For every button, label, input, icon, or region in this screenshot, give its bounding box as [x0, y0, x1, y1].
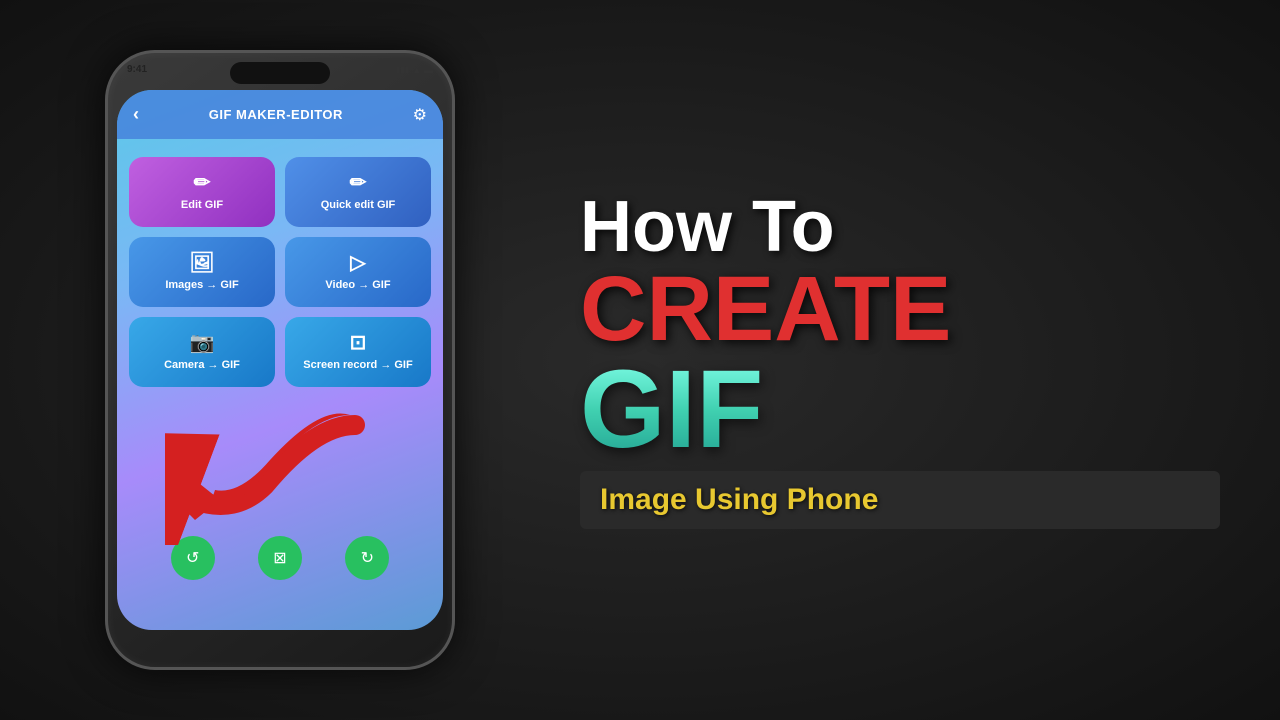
subtitle-text: Image Using Phone — [600, 483, 878, 516]
btn-row-3: 📷 Camera → GIF ⊡ Screen record → GIF — [129, 317, 431, 387]
nav-crop-button[interactable]: ⊠ — [258, 536, 302, 580]
gif-text: GIF — [580, 355, 1220, 465]
settings-icon[interactable]: ⚙ — [413, 105, 427, 125]
phone-notch — [230, 62, 330, 84]
edit-gif-label: Edit GIF — [181, 199, 223, 211]
video-icon: ▷ — [350, 253, 365, 273]
app-title: GIF MAKER-EDITOR — [209, 107, 343, 122]
scene: 9:41 ▮▮▮ ▲ ▬ ‹ GIF MAKER-EDITOR ⚙ — [0, 0, 1280, 720]
images-gif-button[interactable]: 🖼 Images → GIF — [129, 237, 275, 307]
create-text: CREATE — [580, 263, 1220, 355]
camera-icon: 📷 — [190, 333, 215, 353]
btn-row-2: 🖼 Images → GIF ▷ Video → GIF — [129, 237, 431, 307]
subtitle-box: Image Using Phone — [580, 471, 1220, 529]
btn-row-1: ✏ Edit GIF ✏ Quick edit GIF — [129, 157, 431, 227]
video-gif-button[interactable]: ▷ Video → GIF — [285, 237, 431, 307]
battery-icon: ▬ — [424, 65, 433, 75]
images-icon: 🖼 — [189, 253, 214, 273]
screen-record-icon: ⊡ — [350, 333, 367, 353]
phone-wrapper: 9:41 ▮▮▮ ▲ ▬ ‹ GIF MAKER-EDITOR ⚙ — [105, 50, 455, 670]
app-header: ‹ GIF MAKER-EDITOR ⚙ — [117, 90, 443, 139]
quick-edit-icon: ✏ — [350, 173, 367, 193]
back-button[interactable]: ‹ — [133, 104, 139, 125]
how-to-text: How To — [580, 191, 1220, 263]
bottom-nav: ↺ ⊠ ↻ — [129, 536, 431, 580]
nav-image-button[interactable]: ↻ — [345, 536, 389, 580]
camera-gif-label: Camera → GIF — [164, 359, 240, 371]
edit-gif-button[interactable]: ✏ Edit GIF — [129, 157, 275, 227]
quick-edit-label: Quick edit GIF — [321, 199, 396, 211]
nav-crop-icon: ⊠ — [273, 548, 286, 568]
nav-image-icon: ↻ — [361, 548, 374, 568]
screen-record-button[interactable]: ⊡ Screen record → GIF — [285, 317, 431, 387]
status-time: 9:41 — [127, 64, 147, 75]
quick-edit-gif-button[interactable]: ✏ Quick edit GIF — [285, 157, 431, 227]
phone-screen: ‹ GIF MAKER-EDITOR ⚙ ✏ Edit GIF ✏ — [117, 90, 443, 630]
wifi-icon: ▲ — [412, 65, 421, 75]
status-icons: ▮▮▮ ▲ ▬ — [396, 65, 433, 75]
images-gif-label: Images → GIF — [165, 279, 238, 291]
screen-record-label: Screen record → GIF — [303, 359, 412, 371]
app-content: ✏ Edit GIF ✏ Quick edit GIF 🖼 Images → G… — [117, 139, 443, 397]
camera-gif-button[interactable]: 📷 Camera → GIF — [129, 317, 275, 387]
signal-icon: ▮▮▮ — [396, 65, 409, 74]
video-gif-label: Video → GIF — [325, 279, 390, 291]
text-section: How To CREATE GIF Image Using Phone — [560, 151, 1280, 569]
phone-section: 9:41 ▮▮▮ ▲ ▬ ‹ GIF MAKER-EDITOR ⚙ — [0, 0, 560, 720]
nav-history-button[interactable]: ↺ — [171, 536, 215, 580]
edit-gif-icon: ✏ — [194, 173, 211, 193]
nav-history-icon: ↺ — [186, 548, 199, 568]
